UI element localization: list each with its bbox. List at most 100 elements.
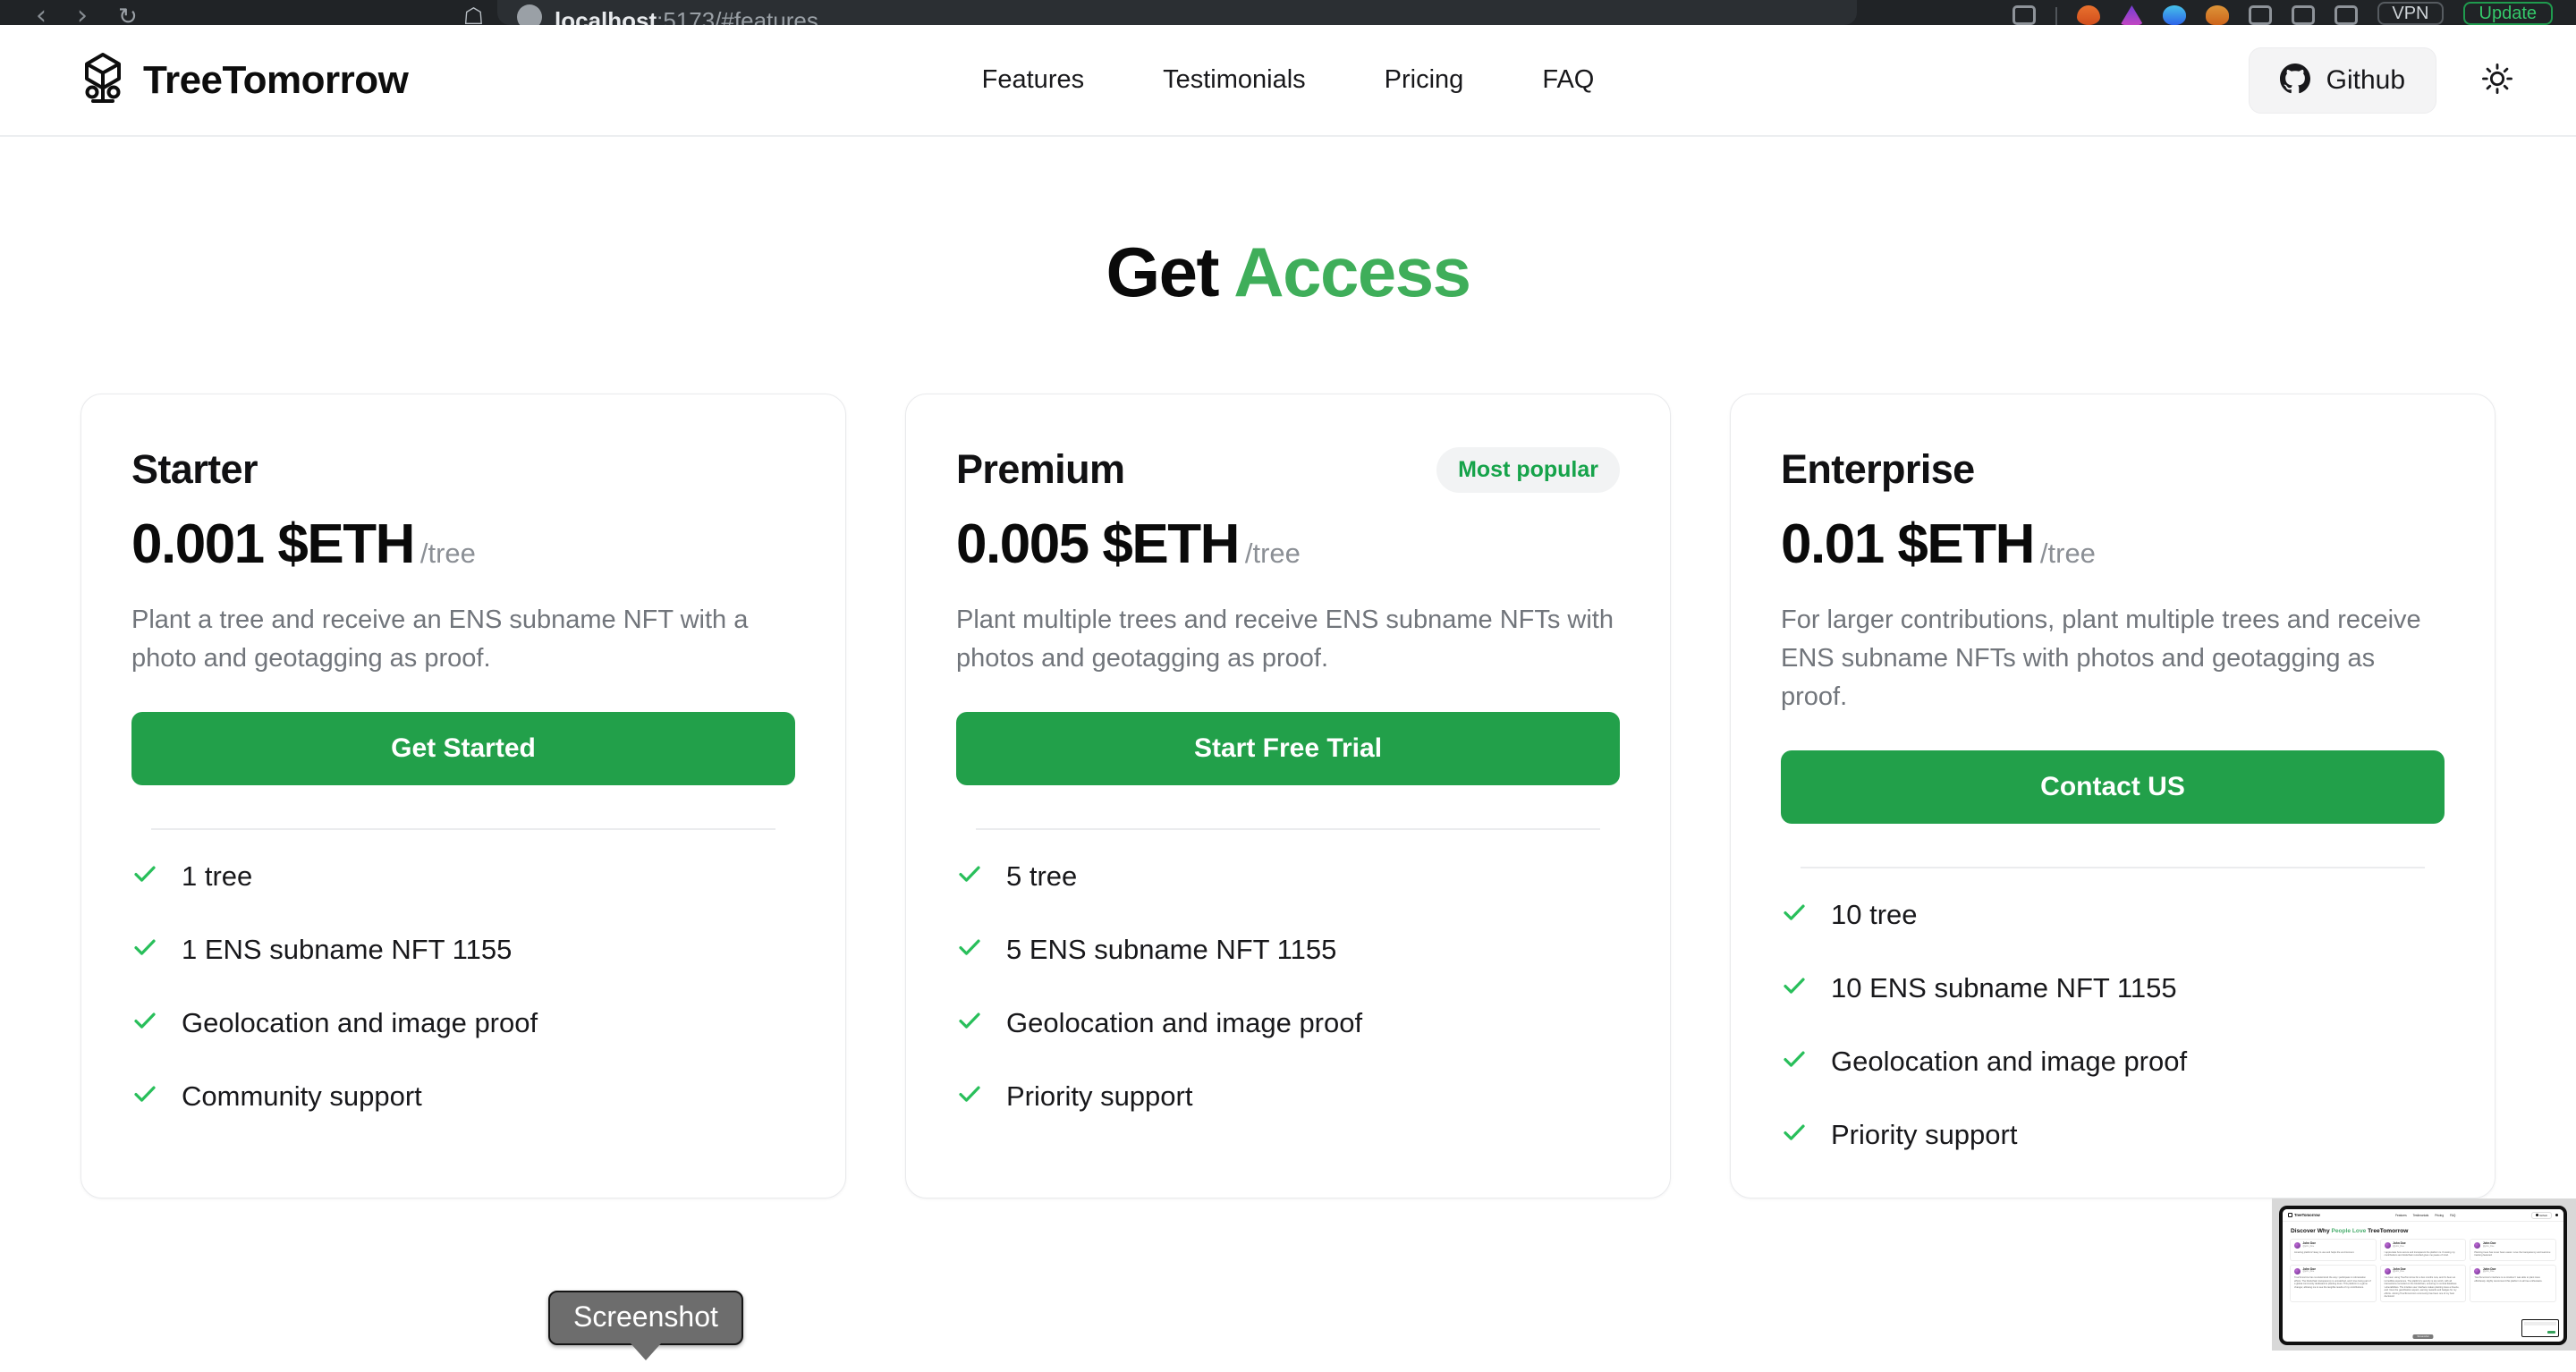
cta-button-start-free-trial[interactable]: Start Free Trial — [956, 711, 1620, 785]
check-icon — [131, 1007, 158, 1038]
preview-testimonial-text: I appreciate how secure and transparent … — [2384, 1250, 2455, 1258]
chevron-left-icon[interactable]: ‹ — [36, 3, 47, 26]
browser-extensions: VPN Update — [2012, 0, 2576, 25]
check-icon — [1781, 1046, 1808, 1077]
feature-item: 10 tree — [1781, 899, 2445, 931]
preview-device-frame: TreeTomorrow Features Testimonials Prici… — [2279, 1206, 2567, 1345]
update-label: Update — [2479, 3, 2538, 23]
avatar — [2294, 1267, 2301, 1275]
preview-title-accent: People Love — [2331, 1228, 2367, 1234]
preview-user: John Doe @john_Doe — [2474, 1267, 2552, 1275]
feature-item: Community support — [131, 1080, 795, 1113]
preview-nav-features: Features — [2395, 1213, 2407, 1217]
preview-testimonial-card: John Doe @john_Doe Planting trees has ne… — [2470, 1239, 2556, 1261]
avatar — [2474, 1267, 2481, 1275]
price-row: 0.005 $ETH /tree — [956, 512, 1620, 576]
page-title-accent: Access — [1233, 233, 1471, 311]
preview-nested-thumbnail — [2521, 1319, 2559, 1337]
feature-label: 10 ENS subname NFT 1155 — [1831, 971, 2177, 1004]
feature-item: 10 ENS subname NFT 1155 — [1781, 972, 2445, 1004]
theme-toggle-button[interactable] — [2472, 55, 2522, 106]
feature-label: Priority support — [1831, 1118, 2018, 1150]
github-button[interactable]: Github — [2248, 47, 2436, 114]
page-title-plain: Get — [1106, 233, 1234, 311]
preview-topbar: TreeTomorrow Features Testimonials Prici… — [2283, 1209, 2563, 1222]
plan-name: Premium — [956, 446, 1125, 492]
extension-purple-icon[interactable] — [2120, 5, 2144, 25]
extension-orange-icon[interactable] — [2077, 5, 2101, 25]
extension-outline-icon[interactable] — [2012, 5, 2037, 25]
preview-testimonial-card: John Doe @john_Doe I've been using TreeT… — [2379, 1264, 2467, 1302]
preview-brand-label: TreeTomorrow — [2294, 1213, 2320, 1217]
url-bar[interactable]: localhost:5173/#features — [497, 0, 1857, 25]
preview-nested-button — [2547, 1331, 2555, 1334]
status-badge-most-popular: Most popular — [1436, 446, 1620, 493]
check-icon — [1781, 972, 1808, 1004]
feature-item: 1 ENS subname NFT 1155 — [131, 934, 795, 966]
preview-testimonial-card: John Doe @john_Doe Amazing platform! Eas… — [2290, 1239, 2377, 1261]
plan-description: Plant a tree and receive an ENS subname … — [131, 606, 749, 673]
preview-testimonial-text: Planting trees has never been easier. Lo… — [2474, 1250, 2551, 1258]
preview-user-handle: @john_Doe — [2393, 1244, 2404, 1248]
cta-button-get-started[interactable]: Get Started — [131, 711, 795, 785]
preview-testimonial-card: John Doe @john_Doe I appreciate how secu… — [2379, 1239, 2467, 1261]
cta-button-contact-us[interactable]: Contact US — [1781, 750, 2445, 824]
preview-thumbnail[interactable]: TreeTomorrow Features Testimonials Prici… — [2272, 1198, 2576, 1351]
browser-toolbar: ‹ › ↻ ☖ localhost:5173/#features VPN Upd… — [0, 0, 2576, 25]
card-header: Starter — [131, 446, 795, 493]
price-unit: /tree — [419, 538, 476, 569]
preview-nav-faq: FAQ — [2449, 1213, 2456, 1217]
vpn-button[interactable]: VPN — [2377, 2, 2444, 25]
feature-label: Geolocation and image proof — [1006, 1006, 1363, 1038]
preview-user-handle: @john_Doe — [2482, 1244, 2495, 1248]
plan-name: Starter — [131, 446, 258, 492]
url-text: localhost:5173/#features — [555, 9, 818, 25]
preview-testimonial-text: Amazing platform! Easy to use and helps … — [2294, 1250, 2355, 1254]
feature-list: 5 tree 5 ENS subname NFT 1155 Geolocatio… — [956, 860, 1620, 1113]
page-body: Get Access Starter 0.001 $ETH /tree Plan… — [0, 137, 2576, 1372]
check-icon — [956, 860, 983, 892]
nav-item-faq[interactable]: FAQ — [1535, 60, 1601, 100]
extension-shield-icon[interactable] — [2163, 5, 2187, 25]
feature-label: 1 tree — [182, 860, 253, 892]
extension-square1-icon[interactable] — [2249, 5, 2273, 25]
feature-label: Priority support — [1006, 1080, 1193, 1112]
check-icon — [131, 934, 158, 965]
nav-item-features[interactable]: Features — [975, 60, 1091, 100]
brand-logo-link[interactable]: TreeTomorrow — [82, 52, 409, 108]
feature-label: Geolocation and image proof — [182, 1006, 538, 1038]
price-unit: /tree — [1244, 538, 1301, 569]
pricing-card-enterprise: Enterprise 0.01 $ETH /tree For larger co… — [1730, 394, 2496, 1198]
feature-item: Geolocation and image proof — [131, 1007, 795, 1039]
nav-item-testimonials[interactable]: Testimonials — [1156, 60, 1313, 100]
feature-label: 5 tree — [1006, 860, 1078, 892]
feature-label: Geolocation and image proof — [1831, 1045, 2188, 1077]
price-amount: 0.001 $ETH — [131, 513, 415, 575]
price-row: 0.01 $ETH /tree — [1781, 512, 2445, 576]
avatar — [2474, 1242, 2481, 1249]
chevron-right-icon[interactable]: › — [77, 3, 88, 26]
nav-item-pricing[interactable]: Pricing — [1377, 60, 1471, 100]
card-divider — [976, 827, 1600, 830]
extension-square3-icon[interactable] — [2334, 5, 2359, 25]
preview-title-2: TreeTomorrow — [2366, 1228, 2409, 1234]
sun-icon — [2480, 62, 2514, 98]
bookmark-icon[interactable]: ☖ — [463, 4, 484, 25]
preview-user: John Doe @john_Doe — [2294, 1267, 2372, 1275]
preview-github-button: Github — [2530, 1211, 2552, 1219]
page-title: Get Access — [0, 232, 2576, 313]
check-icon — [1781, 1119, 1808, 1150]
extension-square2-icon[interactable] — [2292, 5, 2316, 25]
site-favicon-icon — [517, 4, 542, 25]
feature-item: Priority support — [956, 1080, 1620, 1113]
card-divider — [1801, 866, 2425, 868]
preview-user-handle: @john_Doe — [2302, 1270, 2315, 1274]
pricing-cards-row: Starter 0.001 $ETH /tree Plant a tree an… — [0, 394, 2576, 1198]
reload-icon[interactable]: ↻ — [118, 4, 138, 25]
header-actions: Github — [2248, 47, 2522, 114]
update-button[interactable]: Update — [2462, 2, 2553, 25]
card-divider — [151, 827, 775, 830]
screenshot-tooltip: Screenshot — [548, 1291, 743, 1345]
extension-fox-icon[interactable] — [2206, 5, 2230, 25]
feature-item: 5 ENS subname NFT 1155 — [956, 934, 1620, 966]
